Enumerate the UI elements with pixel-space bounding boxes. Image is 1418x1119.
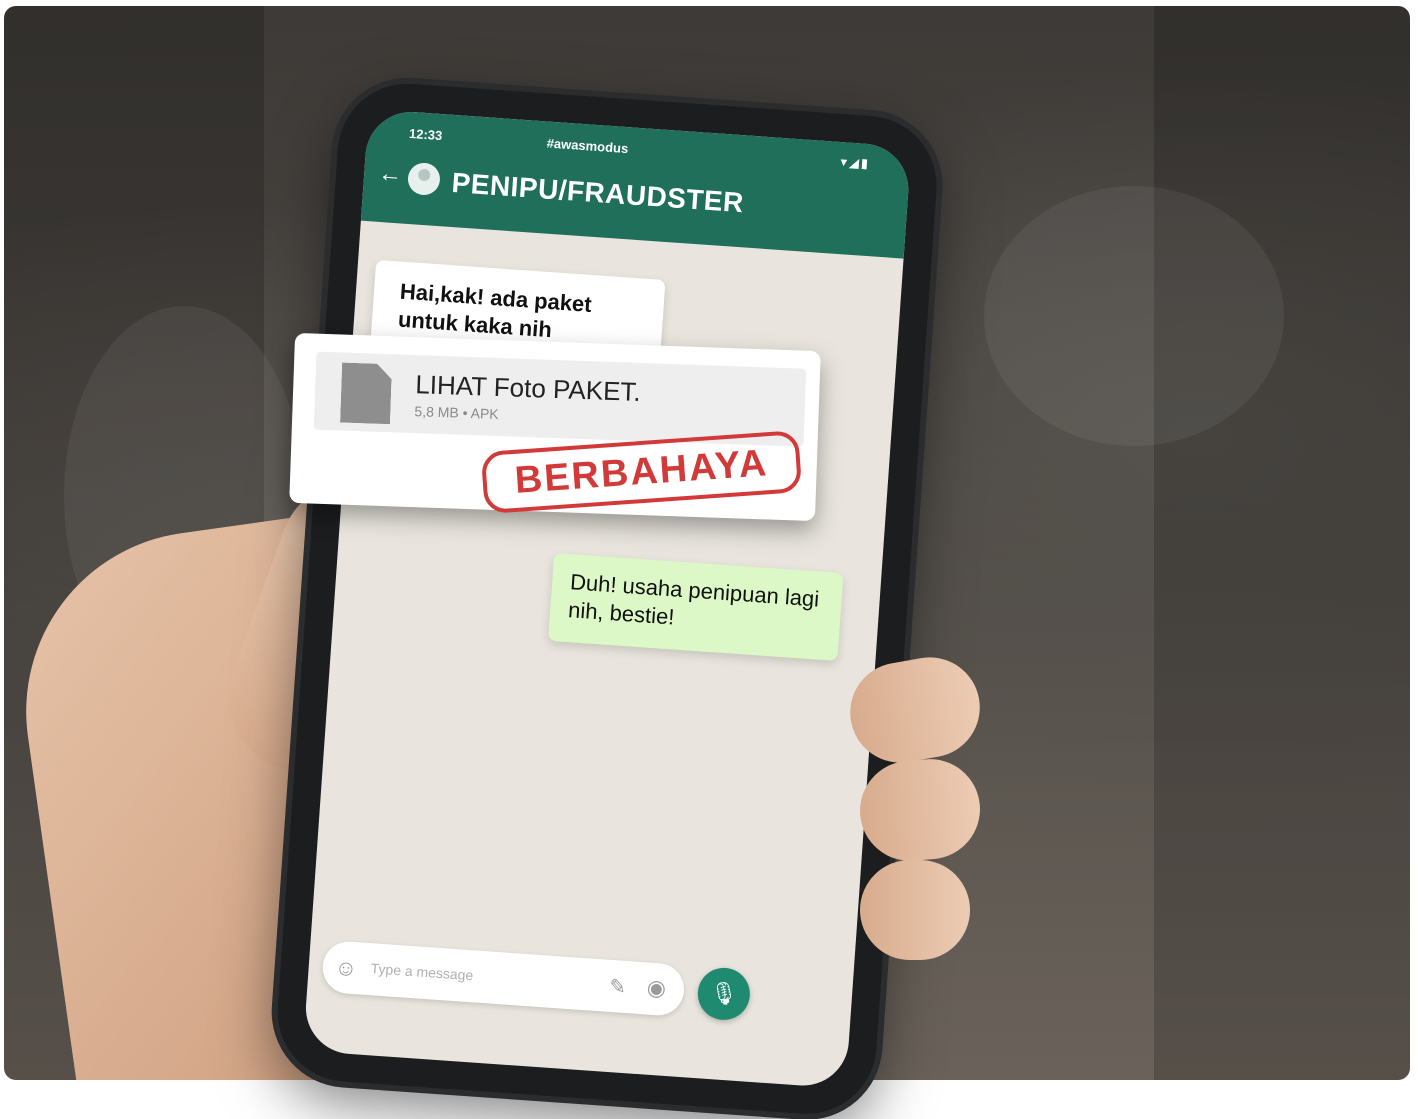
back-arrow-icon[interactable]: ← xyxy=(377,160,403,190)
attach-icon[interactable]: ✎ xyxy=(608,974,627,1000)
blurred-shelf-right xyxy=(1154,6,1410,1080)
attachment-file-name: LIHAT Foto PAKET. xyxy=(414,369,642,407)
apk-attachment-card[interactable]: LIHAT Foto PAKET. 5,8 MB • APK BERBAHAYA xyxy=(289,332,821,522)
file-icon xyxy=(340,363,392,425)
chat-header: 12:33 #awasmodus ▾◢▮ ← PENIPU/FRAUDSTER xyxy=(360,108,912,259)
contact-name[interactable]: PENIPU/FRAUDSTER xyxy=(451,167,745,219)
outgoing-message[interactable]: Duh! usaha penipuan lagi nih, bestie! xyxy=(548,552,844,661)
microphone-icon: 🎙 xyxy=(709,979,739,1007)
attachment-file-meta: 5,8 MB • APK xyxy=(414,403,499,423)
status-icons: ▾◢▮ xyxy=(839,154,871,172)
outgoing-message-text: Duh! usaha penipuan lagi nih, bestie! xyxy=(567,569,821,630)
emoji-icon[interactable]: ☺ xyxy=(334,955,358,983)
attachment-preview[interactable]: LIHAT Foto PAKET. 5,8 MB • APK xyxy=(313,351,807,447)
finger xyxy=(860,860,970,960)
background-light xyxy=(984,186,1284,446)
message-composer[interactable]: ☺ ✎ ◉ xyxy=(321,939,686,1018)
mic-button[interactable]: 🎙 xyxy=(696,966,752,1022)
camera-icon[interactable]: ◉ xyxy=(646,975,667,1002)
danger-stamp: BERBAHAYA xyxy=(480,430,803,515)
status-hashtag: #awasmodus xyxy=(546,135,629,157)
phone: 12:33 #awasmodus ▾◢▮ ← PENIPU/FRAUDSTER … xyxy=(272,79,942,1119)
status-time: 12:33 xyxy=(408,125,443,144)
message-input[interactable] xyxy=(368,959,543,990)
chat-screen: 12:33 #awasmodus ▾◢▮ ← PENIPU/FRAUDSTER … xyxy=(302,108,912,1089)
danger-stamp-text: BERBAHAYA xyxy=(513,442,770,502)
avatar[interactable] xyxy=(406,161,442,197)
